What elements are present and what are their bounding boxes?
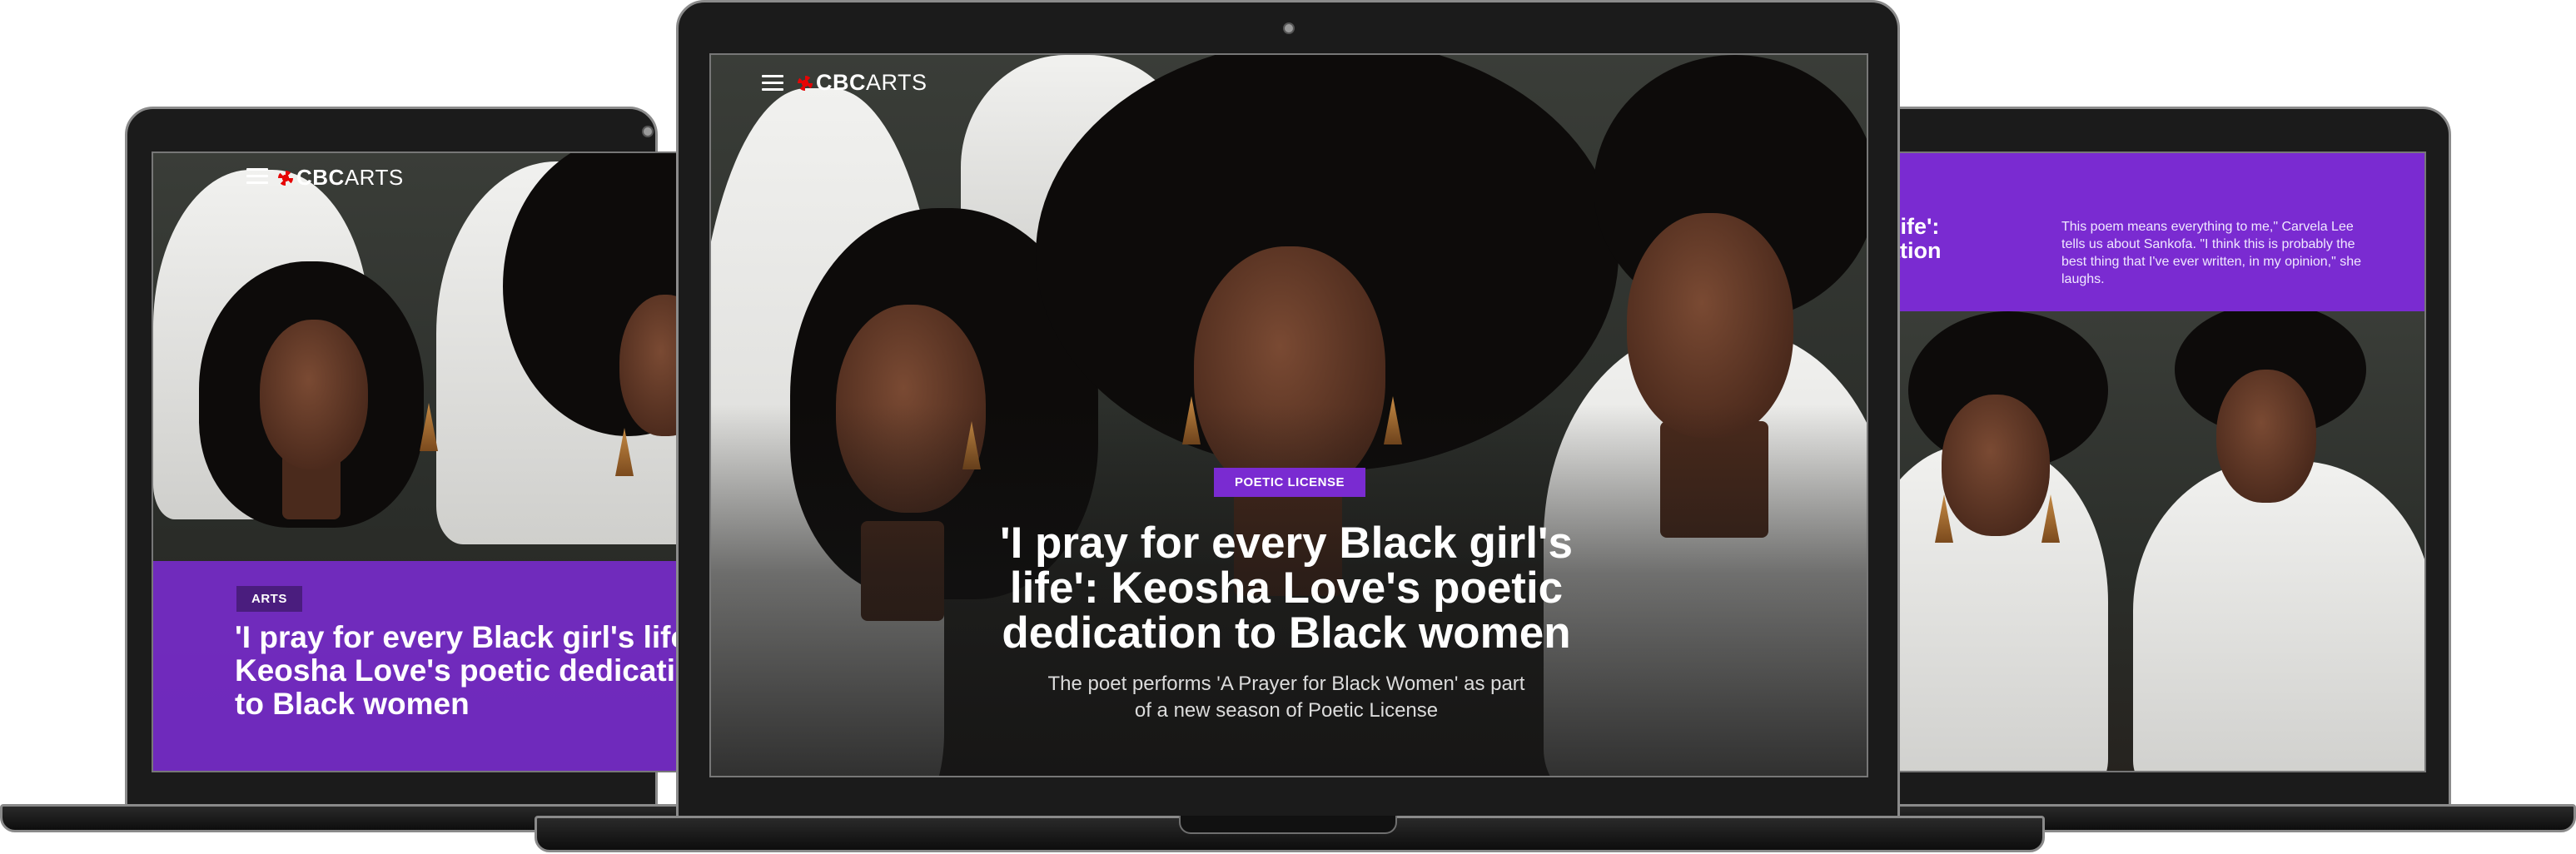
right-hero-photo bbox=[1858, 303, 2424, 771]
cbc-gem-icon bbox=[278, 170, 293, 186]
cbc-arts-logo[interactable]: CBC ARTS bbox=[278, 165, 404, 191]
left-screen: CBC ARTS ARTS 'I pray for every Black gir… bbox=[152, 151, 684, 772]
center-hero-photo bbox=[711, 55, 1867, 776]
center-laptop-camera bbox=[1283, 22, 1295, 34]
left-laptop-camera bbox=[642, 126, 654, 137]
cbc-gem-icon bbox=[798, 75, 813, 91]
right-screen: rl's life': dication This poem means eve… bbox=[1857, 151, 2426, 772]
category-badge[interactable]: POETIC LICENSE bbox=[1214, 468, 1365, 497]
hamburger-menu-icon[interactable] bbox=[246, 168, 268, 184]
trackpad-notch bbox=[1179, 816, 1397, 834]
article-subtitle: The poet performs 'A Prayer for Black Wo… bbox=[1047, 673, 1525, 722]
article-headline[interactable]: 'I pray for every Black girl's life': Ke… bbox=[235, 621, 683, 721]
center-screen: CBC ARTS POETIC LICENSE 'I pray for every… bbox=[709, 53, 1868, 777]
category-badge[interactable]: ARTS bbox=[236, 586, 302, 612]
article-headline[interactable]: 'I pray for every Black girl's life': Ke… bbox=[957, 520, 1615, 656]
cbc-arts-logo[interactable]: CBC ARTS bbox=[798, 70, 927, 96]
hamburger-menu-icon[interactable] bbox=[762, 75, 783, 91]
pull-quote: This poem means everything to me," Carve… bbox=[2061, 220, 2362, 287]
